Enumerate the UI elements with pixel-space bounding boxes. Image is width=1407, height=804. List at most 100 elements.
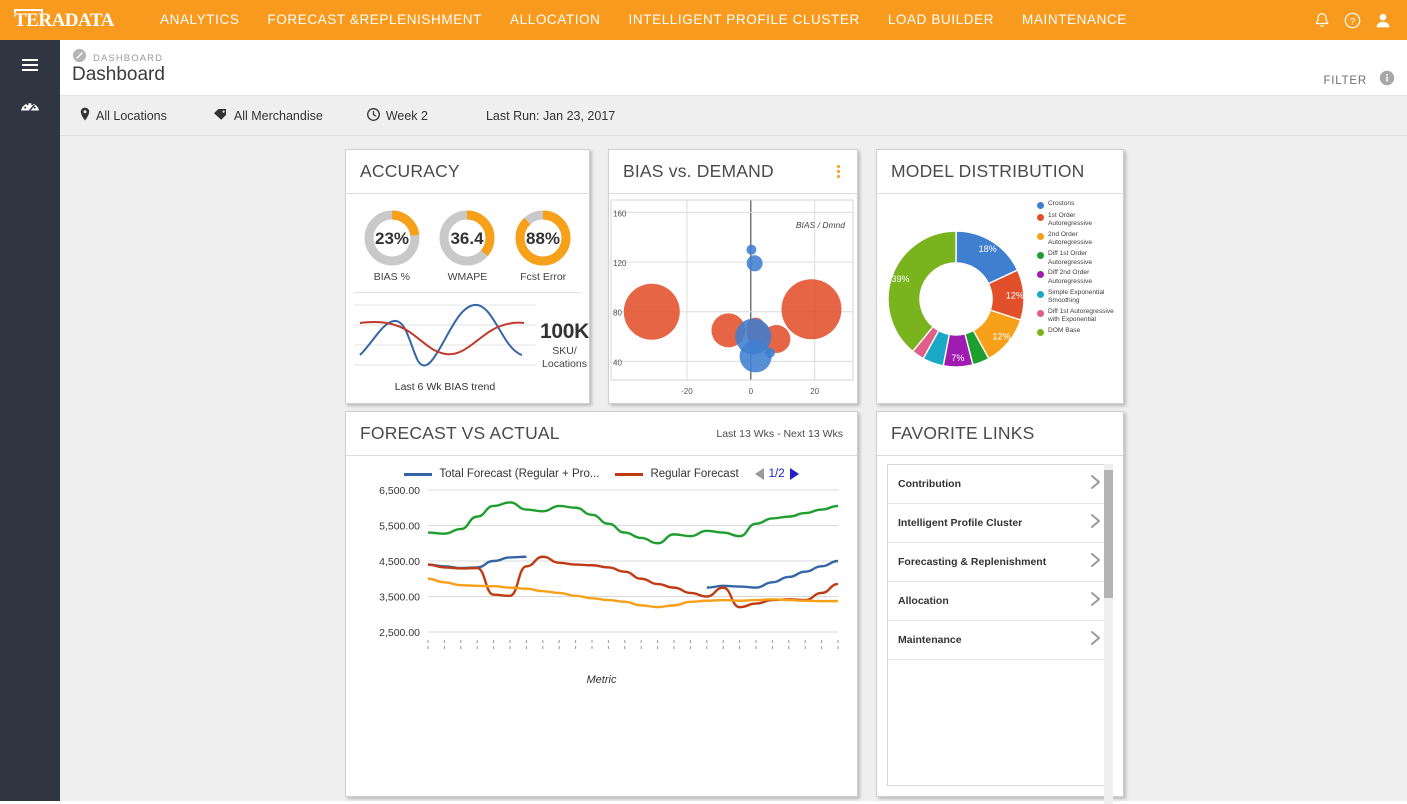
prev-arrow-icon[interactable]	[754, 468, 764, 480]
legend-label: Simple Exponential Smoothing	[1048, 288, 1105, 305]
svg-text:12%: 12%	[992, 331, 1010, 341]
sku-number: 100K	[540, 319, 590, 343]
favorite-links-body: Contribution Intelligent Profile Cluster F…	[877, 456, 1123, 804]
forecast-legend: Total Forecast (Regular + Pro... Regular…	[346, 462, 857, 482]
links-scrollbar-thumb[interactable]	[1104, 470, 1113, 598]
favorite-link-label: Allocation	[898, 595, 949, 607]
legend-color-dot	[1037, 310, 1044, 318]
favorite-link-row[interactable]: Maintenance	[888, 621, 1112, 660]
filter-zone: FILTER	[1323, 70, 1395, 91]
gauge-bias[interactable]: 23% BIAS %	[356, 208, 428, 283]
card-bias-vs-demand: BIAS vs. DEMAND 160 120 80 40 -20 0 20 BIAS / D…	[608, 149, 858, 404]
legend-row[interactable]: Diff 1st Autoregressive with Exponential	[1037, 308, 1119, 325]
gauge-wmape-label: WMAPE	[447, 271, 488, 283]
filter-chip-merchandise-label: All Merchandise	[233, 108, 323, 123]
legend-row[interactable]: DOM Base	[1037, 327, 1119, 337]
bell-icon[interactable]	[1314, 12, 1330, 29]
user-icon[interactable]	[1375, 12, 1391, 29]
legend-color-dot	[1037, 252, 1044, 260]
hamburger-icon[interactable]	[0, 50, 60, 80]
svg-text:5,500.00: 5,500.00	[379, 521, 420, 533]
bias-scatter-chart[interactable]: 160 120 80 40 -20 0 20 BIAS / Dmnd	[609, 194, 857, 403]
legend-row[interactable]: Crostons	[1037, 200, 1119, 209]
chevron-right-icon	[1089, 474, 1102, 495]
svg-text:-20: -20	[681, 387, 693, 396]
legend-label: Diff 1st Order Autoregressive	[1048, 250, 1092, 266]
legend-label: 2nd Order Autoregressive	[1048, 230, 1092, 247]
filter-strip: All Locations All Merchandise Week 2 Las…	[60, 96, 1407, 136]
spark-label: Last 6 Wk BIAS trend	[394, 381, 496, 393]
card-model-distribution: MODEL DISTRIBUTION 18% 12% 12% 7% 39% Crosto…	[876, 149, 1124, 404]
sku-locations-metric: 100K SKU/ Locations	[538, 320, 589, 371]
accuracy-gauges: 23% BIAS % 36.4 WMAPE 88% Fcst Error	[346, 194, 589, 283]
svg-text:0: 0	[749, 387, 754, 396]
model-donut-chart[interactable]: 18% 12% 12% 7% 39%	[877, 194, 1035, 403]
model-distribution-body: 18% 12% 12% 7% 39% Crostons 1st Order Autoreg…	[877, 194, 1123, 403]
svg-text:160: 160	[613, 209, 627, 218]
legend-color-dot	[1037, 290, 1044, 298]
tag-icon	[213, 108, 228, 124]
legend-row[interactable]: 1st Order Autoregressive	[1037, 212, 1119, 229]
card-model-title: MODEL DISTRIBUTION	[891, 161, 1085, 181]
teradata-logo[interactable]: TERADATA	[14, 9, 130, 31]
gauge-wmape[interactable]: 36.4 WMAPE	[431, 208, 503, 283]
filter-chip-merchandise[interactable]: All Merchandise	[213, 108, 323, 124]
card-accuracy-title: ACCURACY	[360, 161, 460, 181]
nav-link-intelligent-profile-cluster[interactable]: INTELLIGENT PROFILE CLUSTER	[615, 0, 874, 40]
legend-label: Diff 1st Autoregressive with Exponential	[1048, 308, 1114, 324]
kebab-menu-icon[interactable]	[834, 162, 843, 181]
legend-color-dot	[1037, 202, 1044, 209]
help-icon[interactable]: ?	[1344, 12, 1361, 29]
filter-chip-location[interactable]: All Locations	[80, 107, 167, 124]
dashboard-content: ACCURACY 23% BIAS % 36.4 WMAPE 88% Fcst …	[60, 136, 1407, 804]
sku-label-line2: Locations	[542, 357, 587, 370]
svg-text:7%: 7%	[951, 352, 964, 362]
nav-link-analytics[interactable]: ANALYTICS	[146, 0, 253, 40]
favorite-link-label: Contribution	[898, 478, 961, 490]
legend-label-total-forecast: Total Forecast (Regular + Pro...	[439, 468, 600, 480]
legend-row[interactable]: Diff 1st Order Autoregressive	[1037, 250, 1119, 267]
favorite-link-row[interactable]: Forecasting & Replenishment	[888, 543, 1112, 582]
favorite-link-row[interactable]: Contribution	[888, 465, 1112, 504]
filter-chip-period[interactable]: Week 2	[366, 107, 428, 124]
info-icon[interactable]	[1379, 70, 1395, 91]
chevron-right-icon	[1089, 552, 1102, 573]
card-model-header: MODEL DISTRIBUTION	[877, 150, 1123, 194]
nav-link-allocation[interactable]: ALLOCATION	[496, 0, 615, 40]
svg-text:80: 80	[613, 309, 622, 318]
favorite-link-label: Forecasting & Replenishment	[898, 556, 1047, 568]
forecast-line-chart[interactable]: 2,500.00 3,500.00 4,500.00 5,500.00 6,500.00	[346, 482, 857, 672]
legend-color-dot	[1037, 329, 1044, 337]
favorite-link-row[interactable]: Intelligent Profile Cluster	[888, 504, 1112, 543]
svg-text:12%: 12%	[1006, 290, 1024, 300]
svg-text:4,500.00: 4,500.00	[379, 556, 420, 568]
forecast-pager: 1/2	[754, 468, 799, 480]
svg-text:TERADATA: TERADATA	[14, 10, 115, 31]
legend-item-total-forecast[interactable]: Total Forecast (Regular + Pro...	[404, 468, 599, 480]
gauge-wmape-value: 36.4	[451, 229, 485, 248]
top-navigation-bar: TERADATA ANALYTICS FORECAST &REPLENISHME…	[0, 0, 1407, 40]
next-arrow-icon[interactable]	[789, 468, 799, 480]
breadcrumb-label[interactable]: DASHBOARD	[93, 53, 163, 64]
filter-chip-location-label: All Locations	[96, 108, 167, 123]
gauge-fcst-error[interactable]: 88% Fcst Error	[507, 208, 579, 283]
nav-link-forecast-replenishment[interactable]: FORECAST &REPLENISHMENT	[253, 0, 496, 40]
favorite-link-label: Intelligent Profile Cluster	[898, 517, 1023, 529]
nav-link-maintenance[interactable]: MAINTENANCE	[1008, 0, 1141, 40]
filter-button[interactable]: FILTER	[1323, 75, 1367, 87]
forecast-body: Total Forecast (Regular + Pro... Regular…	[346, 456, 857, 796]
accuracy-bottom: Last 6 Wk BIAS trend 100K SKU/ Locations	[346, 293, 589, 393]
chevron-right-icon	[1089, 591, 1102, 612]
card-forecast-title: FORECAST VS ACTUAL	[360, 423, 560, 443]
favorite-links-list: Contribution Intelligent Profile Cluster F…	[887, 464, 1113, 786]
favorite-link-row[interactable]: Allocation	[888, 582, 1112, 621]
legend-item-regular-forecast[interactable]: Regular Forecast	[615, 468, 739, 480]
sku-label: SKU/ Locations	[540, 345, 589, 371]
nav-link-load-builder[interactable]: LOAD BUILDER	[874, 0, 1008, 40]
dashboard-gauge-icon[interactable]	[0, 90, 60, 120]
svg-text:40: 40	[613, 358, 622, 367]
legend-row[interactable]: Simple Exponential Smoothing	[1037, 289, 1119, 306]
legend-row[interactable]: Diff 2nd Order Autoregressive	[1037, 269, 1119, 286]
card-bias-header: BIAS vs. DEMAND	[609, 150, 857, 194]
legend-row[interactable]: 2nd Order Autoregressive	[1037, 231, 1119, 248]
